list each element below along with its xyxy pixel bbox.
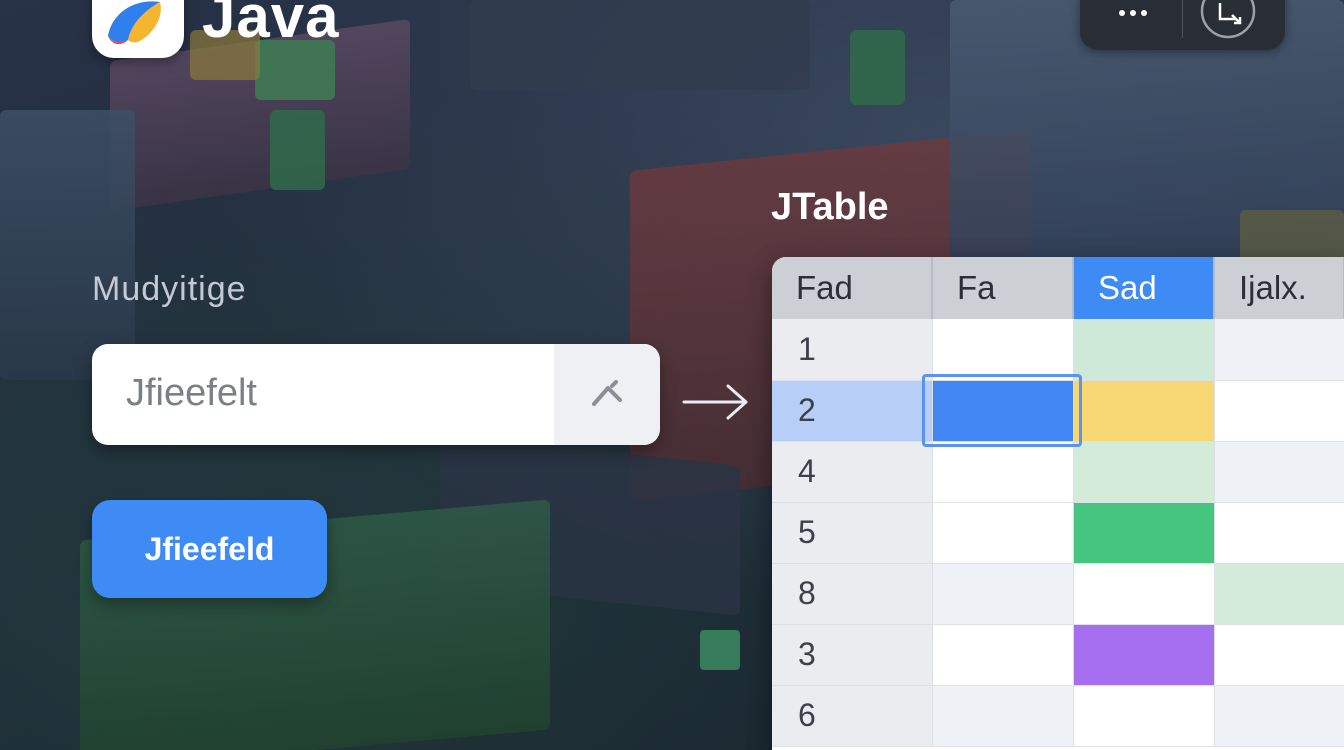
restore-window-icon[interactable]	[1200, 0, 1256, 39]
row-number-cell[interactable]: 5	[772, 502, 933, 564]
table-cell[interactable]	[1214, 319, 1344, 381]
table-cell[interactable]	[1214, 563, 1344, 625]
table-body: 1245836	[772, 319, 1344, 747]
table-cell[interactable]	[1073, 380, 1215, 442]
data-table: Fad Fa Sad Ijalx. 1245836	[772, 257, 1344, 747]
table-row[interactable]: 5	[772, 502, 1344, 564]
column-header[interactable]: Ijalx.	[1214, 257, 1344, 319]
table-cell[interactable]	[1073, 502, 1215, 564]
table-cell[interactable]	[1073, 685, 1215, 747]
row-number-cell[interactable]: 2	[772, 380, 933, 442]
table-cell[interactable]	[1214, 441, 1344, 503]
row-number-cell[interactable]: 1	[772, 319, 933, 381]
background-block	[470, 0, 810, 90]
table-title: JTable	[771, 186, 889, 228]
table-cell[interactable]	[932, 624, 1074, 686]
column-header[interactable]: Fad	[772, 257, 933, 319]
clear-field-icon	[592, 379, 622, 406]
table-cell[interactable]	[932, 502, 1074, 564]
table-cell[interactable]	[1073, 563, 1215, 625]
table-cell[interactable]	[932, 441, 1074, 503]
table-header-row: Fad Fa Sad Ijalx.	[772, 257, 1344, 319]
row-number-cell[interactable]: 4	[772, 441, 933, 503]
row-number-cell[interactable]: 8	[772, 563, 933, 625]
table-row[interactable]: 4	[772, 441, 1344, 503]
row-number-cell[interactable]: 3	[772, 624, 933, 686]
table-cell[interactable]	[932, 685, 1074, 747]
row-number-cell[interactable]: 6	[772, 685, 933, 747]
table-cell[interactable]	[1214, 685, 1344, 747]
table-row[interactable]: 8	[772, 563, 1344, 625]
clear-field-button[interactable]	[554, 344, 660, 445]
table-row[interactable]: 6	[772, 685, 1344, 747]
table-cell[interactable]	[1214, 380, 1344, 442]
table-cell[interactable]	[932, 563, 1074, 625]
table-cell[interactable]	[1073, 624, 1215, 686]
primary-button[interactable]: Jfieefeld	[92, 500, 327, 598]
background-block	[850, 30, 905, 105]
table-cell[interactable]	[1073, 319, 1215, 381]
text-field-value[interactable]: Jfieefelt	[126, 372, 257, 415]
background-block	[0, 110, 135, 380]
field-label: Mudyitige	[92, 270, 247, 308]
jtable[interactable]: Fad Fa Sad Ijalx. 1245836	[772, 257, 1344, 750]
table-cell[interactable]	[932, 319, 1074, 381]
controls-divider	[1182, 0, 1183, 38]
column-header[interactable]: Fa	[932, 257, 1074, 319]
window-controls	[1080, 0, 1285, 50]
table-cell[interactable]	[1073, 441, 1215, 503]
background-block	[700, 630, 740, 670]
column-header[interactable]: Sad	[1073, 257, 1215, 319]
java-logo-icon	[92, 0, 184, 58]
table-row[interactable]: 1	[772, 319, 1344, 381]
arrow-right-icon	[682, 380, 752, 424]
app-title: Java	[202, 0, 340, 50]
background-block	[270, 110, 325, 190]
table-cell[interactable]	[932, 380, 1074, 442]
table-cell[interactable]	[1214, 502, 1344, 564]
table-row[interactable]: 2	[772, 380, 1344, 442]
table-cell[interactable]	[1214, 624, 1344, 686]
text-field[interactable]: Jfieefelt	[92, 344, 660, 445]
more-horizontal-icon[interactable]	[1110, 0, 1156, 28]
table-row[interactable]: 3	[772, 624, 1344, 686]
